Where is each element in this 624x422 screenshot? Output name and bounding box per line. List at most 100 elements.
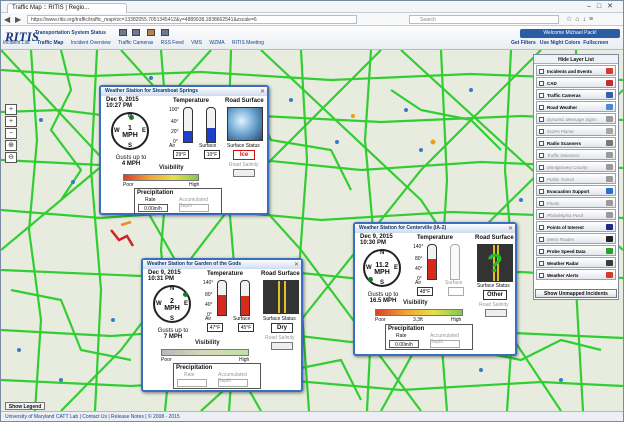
show-legend-button[interactable]: Show Legend bbox=[5, 402, 45, 410]
welcome-badge[interactable]: Welcome Michael Pack! bbox=[520, 29, 620, 38]
tss-link[interactable]: Transportation System Status bbox=[35, 30, 106, 36]
surface-status-label: Surface Status bbox=[263, 316, 296, 322]
nav-traffic-cameras[interactable]: Traffic Cameras bbox=[118, 40, 153, 46]
rate-value bbox=[177, 379, 207, 387]
nav-rss-feed[interactable]: RSS Feed bbox=[161, 40, 184, 46]
layer-row[interactable]: Public Transit bbox=[536, 173, 616, 184]
nav-incident-overview[interactable]: Incident Overview bbox=[71, 40, 111, 46]
close-icon[interactable]: ✕ bbox=[607, 3, 619, 10]
visibility-high: High bbox=[451, 317, 462, 323]
layer-row[interactable]: Evacuation Support bbox=[536, 185, 616, 196]
zoom-in-button[interactable]: + bbox=[5, 104, 17, 115]
back-arrow-icon[interactable]: ◀ bbox=[4, 15, 10, 24]
layer-checkbox[interactable] bbox=[539, 189, 544, 194]
layer-row[interactable]: Radio Scanners bbox=[536, 137, 616, 148]
zoom-box-button[interactable]: + bbox=[5, 116, 17, 127]
layer-checkbox[interactable] bbox=[539, 261, 544, 266]
nav-wzma[interactable]: WZMA bbox=[209, 40, 224, 46]
minimize-icon[interactable]: – bbox=[587, 3, 597, 10]
layer-row[interactable]: Probe Speed Data bbox=[536, 245, 616, 256]
layer-checkbox[interactable] bbox=[539, 165, 544, 170]
fullscreen-link[interactable]: Fullscreen bbox=[583, 40, 608, 46]
nav-vms[interactable]: VMS bbox=[191, 40, 202, 46]
footer-links[interactable]: University of Maryland CATT Lab | Contac… bbox=[5, 414, 180, 420]
hide-layer-list-button[interactable]: Hide Layer List bbox=[534, 55, 618, 64]
maximize-icon[interactable]: □ bbox=[597, 3, 607, 10]
layer-label: Weather Radar bbox=[547, 261, 579, 266]
layer-checkbox[interactable] bbox=[539, 237, 544, 242]
layer-row[interactable]: Philadelphia Pusd bbox=[536, 209, 616, 220]
layer-row[interactable]: Dynamic Message Signs bbox=[536, 113, 616, 124]
browser-window: Traffic Map :: RITIS | Regio... –□✕ ◀ ▶ … bbox=[0, 0, 624, 422]
traffic-map[interactable]: + + − ⊕ ⊖ bbox=[1, 50, 623, 411]
layer-checkbox[interactable] bbox=[539, 273, 544, 278]
layer-checkbox[interactable] bbox=[539, 213, 544, 218]
layer-checkbox[interactable] bbox=[539, 93, 544, 98]
popup-close-icon[interactable]: ✕ bbox=[508, 225, 513, 232]
menu-icon[interactable]: ≡ bbox=[589, 16, 596, 23]
layer-checkbox[interactable] bbox=[539, 201, 544, 206]
get-filters-link[interactable]: Get Filters bbox=[511, 40, 536, 46]
surface-label: Surface bbox=[445, 280, 463, 286]
layer-row[interactable]: Incidents and Events bbox=[536, 65, 616, 76]
layer-icon bbox=[606, 104, 613, 110]
window-controls[interactable]: –□✕ bbox=[587, 2, 619, 10]
layer-row[interactable]: Traffic Cameras bbox=[536, 89, 616, 100]
layer-checkbox[interactable] bbox=[539, 81, 544, 86]
road-surface-dry-icon bbox=[263, 280, 299, 314]
app-nav: Incident List Traffic Map Incident Overv… bbox=[3, 40, 270, 46]
popup-close-icon[interactable]: ✕ bbox=[294, 261, 299, 268]
accum-value bbox=[218, 379, 248, 387]
wind-compass: NWES 1MPH bbox=[111, 112, 149, 150]
layer-row[interactable]: Metro Routes bbox=[536, 233, 616, 244]
show-unmapped-incidents-button[interactable]: Show Unmapped Incidents bbox=[535, 289, 617, 298]
status-bar: University of Maryland CATT Lab | Contac… bbox=[1, 411, 623, 421]
night-colors-link[interactable]: Use Night Colors bbox=[540, 40, 581, 46]
temp-tick: 80° bbox=[205, 292, 213, 298]
layer-checkbox[interactable] bbox=[539, 225, 544, 230]
star-icon[interactable]: ☆ bbox=[566, 16, 575, 23]
layer-checkbox[interactable] bbox=[539, 129, 544, 134]
layer-checkbox[interactable] bbox=[539, 69, 544, 74]
nav-traffic-map[interactable]: Traffic Map bbox=[37, 40, 63, 46]
layer-row[interactable]: Floats bbox=[536, 197, 616, 208]
temp-tick: 100° bbox=[169, 107, 180, 113]
app-icon-4[interactable] bbox=[161, 29, 169, 36]
layer-row[interactable]: Weather Radar bbox=[536, 257, 616, 268]
rate-value: 0.00in/h bbox=[389, 340, 419, 348]
zoom-region-out-button[interactable]: ⊖ bbox=[5, 152, 17, 163]
url-input[interactable]: https://www.ritis.org/traffic/traffic_ma… bbox=[27, 15, 357, 24]
nav-incident-list[interactable]: Incident List bbox=[3, 40, 30, 46]
nav-ritis-meeting[interactable]: RITIS Meeting bbox=[232, 40, 264, 46]
layer-checkbox[interactable] bbox=[539, 153, 544, 158]
layer-row[interactable]: Traffic Detectors bbox=[536, 149, 616, 160]
layer-checkbox[interactable] bbox=[539, 141, 544, 146]
search-input[interactable]: Search bbox=[409, 15, 559, 24]
temp-tick: 40° bbox=[205, 302, 213, 308]
layer-icon bbox=[606, 92, 613, 98]
forward-arrow-icon[interactable]: ▶ bbox=[15, 15, 21, 24]
app-icon-1[interactable] bbox=[119, 29, 127, 36]
temp-tick: 140° bbox=[413, 244, 424, 250]
layer-checkbox[interactable] bbox=[539, 105, 544, 110]
layer-row[interactable]: Road Weather bbox=[536, 101, 616, 112]
layer-row[interactable]: Weather Alerts bbox=[536, 269, 616, 280]
layer-row[interactable]: Montgomery County bbox=[536, 161, 616, 172]
surface-temp-fill bbox=[207, 127, 215, 142]
toolbar-icons[interactable]: ☆⌂↓≡ bbox=[566, 15, 596, 23]
layer-checkbox[interactable] bbox=[539, 249, 544, 254]
zoom-out-button[interactable]: − bbox=[5, 128, 17, 139]
layer-row[interactable]: Points of Interest bbox=[536, 221, 616, 232]
layer-label: Public Transit bbox=[547, 177, 574, 182]
popup-close-icon[interactable]: ✕ bbox=[260, 88, 265, 95]
precipitation-box: Precipitation Rate Accumulated Depth 0.0… bbox=[385, 324, 473, 350]
zoom-region-in-button[interactable]: ⊕ bbox=[5, 140, 17, 151]
app-icon-2[interactable] bbox=[132, 29, 140, 36]
layer-row[interactable]: 511PA Planet bbox=[536, 125, 616, 136]
layer-checkbox[interactable] bbox=[539, 177, 544, 182]
app-icon-3[interactable] bbox=[147, 29, 155, 36]
layer-checkbox[interactable] bbox=[539, 117, 544, 122]
browser-tab[interactable]: Traffic Map :: RITIS | Regio... bbox=[7, 3, 127, 13]
layer-row[interactable]: CAD bbox=[536, 77, 616, 88]
home-icon[interactable]: ⌂ bbox=[575, 16, 582, 23]
